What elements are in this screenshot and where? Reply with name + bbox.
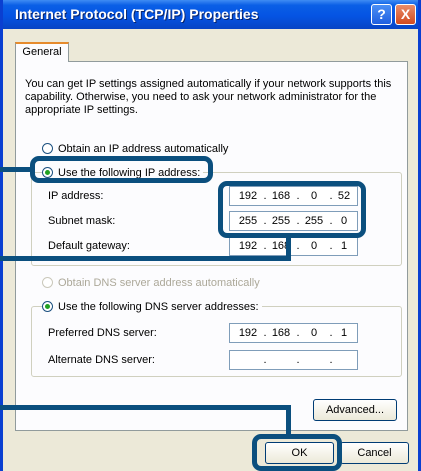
default-gateway-octet-3: 0	[310, 240, 318, 252]
default-gateway-label: Default gateway:	[48, 240, 130, 252]
title-bar[interactable]: Internet Protocol (TCP/IP) Properties ? …	[3, 0, 418, 29]
preferred-dns-label: Preferred DNS server:	[48, 327, 157, 339]
preferred-dns-octet-3: 0	[310, 327, 318, 339]
use-following-dns-radio[interactable]	[42, 301, 53, 312]
octet-separator: .	[296, 354, 300, 366]
callout-leader-line	[0, 167, 31, 172]
preferred-dns-input[interactable]: 192 . 168 . 0 . 1	[229, 323, 358, 343]
callout-leader-line	[0, 405, 290, 410]
callout-ok-highlight	[252, 434, 342, 471]
obtain-dns-auto-radio[interactable]	[42, 277, 53, 288]
preferred-dns-octet-2: 168	[271, 327, 291, 339]
close-icon[interactable]: X	[395, 4, 416, 25]
alternate-dns-input[interactable]: . . .	[229, 350, 358, 370]
preferred-dns-octet-1: 192	[238, 327, 258, 339]
help-icon[interactable]: ?	[371, 4, 392, 25]
advanced-button[interactable]: Advanced...	[313, 399, 397, 421]
tab-general[interactable]: General	[15, 42, 69, 62]
use-following-dns-option[interactable]: Use the following DNS server addresses:	[42, 300, 262, 314]
cancel-button[interactable]: Cancel	[340, 442, 409, 464]
octet-separator: .	[263, 354, 267, 366]
default-gateway-octet-4: 1	[340, 240, 348, 252]
obtain-ip-auto-label: Obtain an IP address automatically	[58, 143, 229, 155]
obtain-ip-auto-radio[interactable]	[42, 143, 53, 154]
callout-leader-line	[286, 405, 291, 436]
use-following-dns-label: Use the following DNS server addresses:	[58, 301, 259, 313]
callout-leader-line	[0, 256, 290, 261]
alternate-dns-label: Alternate DNS server:	[48, 354, 155, 366]
obtain-dns-auto-option[interactable]: Obtain DNS server address automatically	[42, 276, 260, 290]
intro-text: You can get IP settings assigned automat…	[25, 78, 392, 116]
callout-ip-subnet-highlight	[218, 181, 366, 238]
preferred-dns-octet-4: 1	[340, 327, 348, 339]
obtain-dns-auto-label: Obtain DNS server address automatically	[58, 277, 260, 289]
subnet-mask-label: Subnet mask:	[48, 215, 116, 227]
callout-use-ip-highlight	[30, 156, 213, 183]
default-gateway-octet-1: 192	[238, 240, 258, 252]
ip-address-label: IP address:	[48, 190, 104, 202]
window-title: Internet Protocol (TCP/IP) Properties	[15, 6, 259, 22]
callout-leader-line	[286, 236, 291, 261]
octet-separator: .	[329, 354, 333, 366]
default-gateway-input[interactable]: 192 . 168 . 0 . 1	[229, 236, 358, 256]
obtain-ip-auto-option[interactable]: Obtain an IP address automatically	[42, 142, 228, 156]
